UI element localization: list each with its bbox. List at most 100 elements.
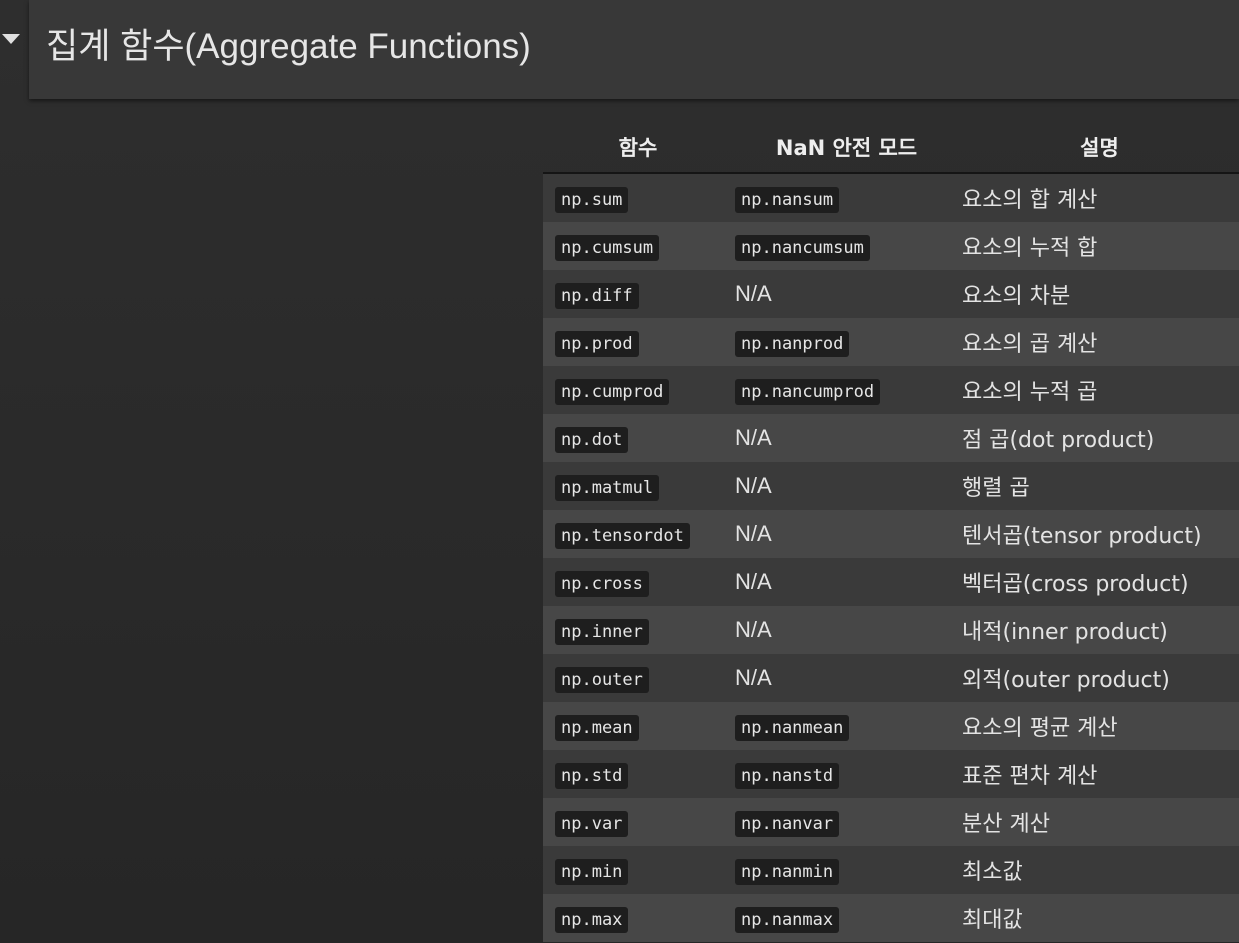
description-cell: 요소의 평균 계산 (960, 702, 1239, 750)
function-code: np.mean (555, 714, 639, 741)
description-cell: 요소의 합 계산 (960, 173, 1239, 222)
function-code: np.nanmin (735, 858, 840, 885)
table-row: np.var np.nanvar 분산 계산 (543, 798, 1239, 846)
function-cell: np.var (543, 798, 733, 846)
description-cell: 요소의 곱 계산 (960, 318, 1239, 366)
table-row: np.tensordot N/A 텐서곱(tensor product) (543, 510, 1239, 558)
function-code: np.dot (555, 426, 629, 453)
cell-text: 요소의 차분 (962, 284, 1071, 309)
table-row: np.cumsum np.nancumsum 요소의 누적 합 (543, 222, 1239, 270)
table-row: np.dot N/A 점 곱(dot product) (543, 414, 1239, 462)
table-row: np.outer N/A 외적(outer product) (543, 654, 1239, 702)
function-code: np.prod (555, 330, 639, 357)
description-cell: 최소값 (960, 846, 1239, 894)
aggregate-functions-table: 함수 NaN 안전 모드 설명 np.sum np.nansum 요소의 합 계산 n… (543, 122, 1239, 942)
function-code: np.cumsum (555, 234, 660, 261)
nan-safe-cell: N/A (733, 606, 960, 654)
function-cell: np.std (543, 750, 733, 798)
function-code: np.nansum (735, 186, 840, 213)
function-cell: np.cross (543, 558, 733, 606)
nan-safe-cell: np.nanvar (733, 798, 960, 846)
table-row: np.sum np.nansum 요소의 합 계산 (543, 173, 1239, 222)
cell-text: N/A (735, 281, 772, 306)
header-description: 설명 (960, 122, 1239, 174)
function-code: np.cumprod (555, 378, 670, 405)
description-cell: 요소의 누적 곱 (960, 366, 1239, 414)
function-code: np.sum (555, 186, 629, 213)
function-cell: np.tensordot (543, 510, 733, 558)
function-code: np.cross (555, 570, 649, 597)
function-code: np.nanvar (735, 810, 840, 837)
table-row: np.min np.nanmin 최소값 (543, 846, 1239, 894)
description-cell: 요소의 차분 (960, 270, 1239, 318)
nan-safe-cell: N/A (733, 558, 960, 606)
function-cell: np.inner (543, 606, 733, 654)
cell-text: N/A (735, 569, 772, 594)
nan-safe-cell: N/A (733, 270, 960, 318)
nan-safe-cell: N/A (733, 462, 960, 510)
table-row: np.mean np.nanmean 요소의 평균 계산 (543, 702, 1239, 750)
cell-text: 외적(outer product) (962, 668, 1170, 693)
function-code: np.outer (555, 666, 649, 693)
description-cell: 점 곱(dot product) (960, 414, 1239, 462)
description-cell: 표준 편차 계산 (960, 750, 1239, 798)
function-cell: np.sum (543, 173, 733, 222)
function-cell: np.cumprod (543, 366, 733, 414)
nan-safe-cell: np.nancumsum (733, 222, 960, 270)
nan-safe-cell: np.nanmax (733, 894, 960, 942)
cell-text: 표준 편차 계산 (962, 764, 1098, 789)
function-cell: np.outer (543, 654, 733, 702)
nan-safe-cell: N/A (733, 654, 960, 702)
table-row: np.std np.nanstd 표준 편차 계산 (543, 750, 1239, 798)
cell-text: 분산 계산 (962, 812, 1050, 837)
collapse-caret-icon[interactable] (2, 34, 20, 44)
cell-text: 요소의 합 계산 (962, 188, 1098, 213)
cell-text: 벡터곱(cross product) (962, 572, 1189, 597)
section-title: 집계 함수(Aggregate Functions) (46, 27, 531, 66)
table-row: np.prod np.nanprod 요소의 곱 계산 (543, 318, 1239, 366)
cell-text: 요소의 평균 계산 (962, 716, 1118, 741)
nan-safe-cell: N/A (733, 510, 960, 558)
cell-text: N/A (735, 665, 772, 690)
description-cell: 내적(inner product) (960, 606, 1239, 654)
cell-text: 점 곱(dot product) (962, 428, 1155, 453)
table-row: np.matmul N/A 행렬 곱 (543, 462, 1239, 510)
cell-text: 행렬 곱 (962, 476, 1030, 501)
function-code: np.diff (555, 282, 639, 309)
nan-safe-cell: np.nanmean (733, 702, 960, 750)
description-cell: 벡터곱(cross product) (960, 558, 1239, 606)
cell-text: 요소의 곱 계산 (962, 332, 1098, 357)
header-function: 함수 (543, 122, 733, 174)
cell-text: 요소의 누적 합 (962, 236, 1098, 261)
cell-text: N/A (735, 617, 772, 642)
function-cell: np.dot (543, 414, 733, 462)
function-code: np.nancumprod (735, 378, 881, 405)
cell-text: N/A (735, 473, 772, 498)
nan-safe-cell: N/A (733, 414, 960, 462)
function-code: np.nanprod (735, 330, 850, 357)
description-cell: 텐서곱(tensor product) (960, 510, 1239, 558)
cell-text: 내적(inner product) (962, 620, 1168, 645)
table-row: np.diff N/A 요소의 차분 (543, 270, 1239, 318)
header-nan-safe: NaN 안전 모드 (733, 122, 960, 174)
function-cell: np.mean (543, 702, 733, 750)
nan-safe-cell: np.nansum (733, 173, 960, 222)
function-code: np.nanstd (735, 762, 840, 789)
function-code: np.nanmean (735, 714, 850, 741)
table-row: np.max np.nanmax 최대값 (543, 894, 1239, 942)
function-code: np.matmul (555, 474, 660, 501)
function-code: np.var (555, 810, 629, 837)
description-cell: 행렬 곱 (960, 462, 1239, 510)
function-code: np.nanmax (735, 906, 840, 933)
nan-safe-cell: np.nanmin (733, 846, 960, 894)
function-code: np.inner (555, 618, 649, 645)
table-row: np.inner N/A 내적(inner product) (543, 606, 1239, 654)
nan-safe-cell: np.nanstd (733, 750, 960, 798)
description-cell: 최대값 (960, 894, 1239, 942)
function-cell: np.min (543, 846, 733, 894)
function-code: np.min (555, 858, 629, 885)
table-row: np.cross N/A 벡터곱(cross product) (543, 558, 1239, 606)
function-cell: np.diff (543, 270, 733, 318)
description-cell: 외적(outer product) (960, 654, 1239, 702)
cell-text: N/A (735, 521, 772, 546)
